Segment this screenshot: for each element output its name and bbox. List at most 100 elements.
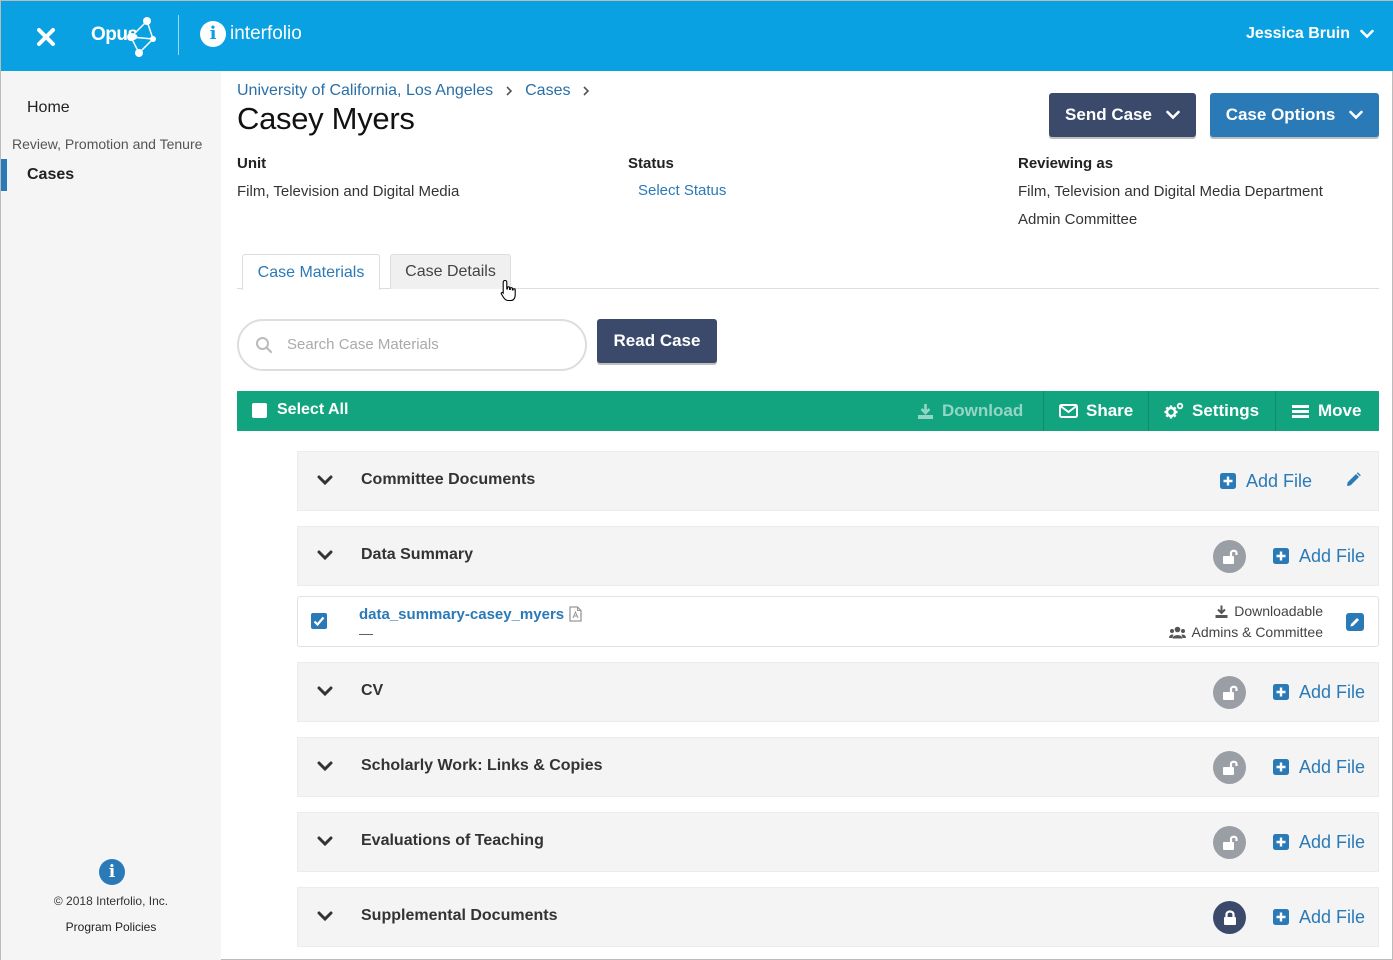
unlock-toggle[interactable] [1213,676,1246,709]
section-title: Committee Documents [361,471,536,488]
chevron-down-icon[interactable] [317,760,333,772]
gears-icon [1164,402,1184,419]
unlock-toggle[interactable] [1213,751,1246,784]
copyright: © 2018 Interfolio, Inc. [53,894,169,908]
sidebar-item-home[interactable]: Home [27,99,70,117]
search-input[interactable]: Search Case Materials [237,319,587,371]
add-file-button[interactable]: Add File [1273,663,1365,721]
settings-button[interactable]: Settings [1164,391,1259,431]
toolbar-divider [1148,391,1149,431]
section-scholarly-work[interactable]: Scholarly Work: Links & Copies Add File [297,737,1379,797]
add-file-button[interactable]: Add File [1273,888,1365,946]
close-icon[interactable] [34,25,58,49]
info-icon[interactable]: i [99,859,125,885]
unit-value: Film, Television and Digital Media [237,183,460,200]
reviewing-as-line1: Film, Television and Digital Media Depar… [1018,183,1323,200]
toolbar-divider [1043,391,1044,431]
top-bar: Opus i interfolio Jessica Bruin [1,1,1393,71]
user-menu[interactable]: Jessica Bruin [1246,25,1374,43]
move-button[interactable]: Move [1291,391,1361,431]
reviewing-as-line2: Admin Committee [1018,211,1138,228]
program-policies-link[interactable]: Program Policies [1,920,221,934]
lock-toggle[interactable] [1213,901,1246,934]
add-file-label: Add File [1299,756,1366,777]
file-name-link[interactable]: data_summary-casey_myers [359,606,564,623]
add-file-label: Add File [1246,470,1313,491]
unlock-icon [1222,549,1238,564]
add-file-button[interactable]: Add File [1273,738,1365,796]
unlock-icon [1222,685,1238,700]
search-icon [256,337,273,354]
active-indicator [1,159,7,191]
breadcrumb-cases[interactable]: Cases [525,82,570,100]
page-title: Casey Myers [237,101,415,136]
select-all-label[interactable]: Select All [277,401,348,419]
download-button[interactable]: Download [917,391,1023,431]
visibility-label: Admins & Committee [1191,624,1323,640]
section-supplemental-documents[interactable]: Supplemental Documents Add File [297,887,1379,947]
chevron-right-icon [506,86,513,96]
section-committee-documents[interactable]: Committee Documents Add File [297,451,1379,511]
unlock-toggle[interactable] [1213,540,1246,573]
add-file-label: Add File [1299,831,1366,852]
section-evaluations-of-teaching[interactable]: Evaluations of Teaching Add File [297,812,1379,872]
users-icon [1168,626,1186,638]
share-button[interactable]: Share [1059,391,1133,431]
chevron-down-icon[interactable] [317,474,333,486]
add-file-button[interactable]: Add File [1273,527,1365,585]
download-label: Download [942,401,1024,420]
file-checkbox[interactable] [311,613,327,629]
add-file-label: Add File [1299,545,1366,566]
add-file-label: Add File [1299,906,1366,927]
unlock-toggle[interactable] [1213,826,1246,859]
pencil-icon[interactable] [1344,471,1362,489]
hand-cursor-icon [500,279,516,302]
tab-case-details[interactable]: Case Details [390,254,511,289]
section-data-summary[interactable]: Data Summary Add File [297,526,1379,586]
reviewing-as-label: Reviewing as [1018,155,1114,172]
visibility-status: Admins & Committee [1168,624,1323,640]
add-file-label: Add File [1299,681,1366,702]
file-row[interactable]: data_summary-casey_myers — Downloadable … [297,596,1379,647]
section-title: Scholarly Work: Links & Copies [361,757,603,774]
case-options-button[interactable]: Case Options [1210,93,1379,137]
read-case-button[interactable]: Read Case [597,319,717,363]
add-file-button[interactable]: Add File [1220,452,1312,510]
unit-label: Unit [237,155,267,172]
breadcrumb-university[interactable]: University of California, Los Angeles [237,82,493,100]
tab-case-materials[interactable]: Case Materials [242,254,380,290]
chevron-down-icon[interactable] [317,685,333,697]
sidebar-item-cases[interactable]: Cases [1,159,221,191]
section-cv[interactable]: CV Add File [297,662,1379,722]
chevron-down-icon[interactable] [317,910,333,922]
lock-icon [1223,909,1236,925]
chevron-down-icon[interactable] [317,549,333,561]
edit-file-button[interactable] [1346,613,1364,631]
chevron-down-icon[interactable] [317,835,333,847]
file-description: — [359,625,373,641]
chevron-down-icon [1360,29,1374,39]
user-name: Jessica Bruin [1245,25,1350,42]
plus-square-icon [1273,548,1289,564]
select-all-checkbox[interactable] [252,403,267,418]
add-file-button[interactable]: Add File [1273,813,1365,871]
move-icon [1292,405,1309,418]
search-placeholder: Search Case Materials [287,336,439,353]
download-status: Downloadable [1215,603,1323,619]
send-case-button[interactable]: Send Case [1049,93,1196,137]
status-label: Status [628,155,674,172]
sidebar-item-label: Cases [27,166,75,183]
select-status-link[interactable]: Select Status [638,182,726,199]
download-icon [918,403,933,419]
interfolio-info-icon: i [200,21,226,47]
network-icon [127,17,156,57]
breadcrumb: University of California, Los Angeles Ca… [237,82,590,100]
chevron-down-icon [1349,110,1364,120]
chevron-right-icon [583,86,590,96]
sidebar: Home Review, Promotion and Tenure Cases … [1,71,221,960]
opus-logo[interactable]: Opus [91,15,161,59]
section-title: Supplemental Documents [361,907,558,924]
chevron-down-icon [1166,110,1180,120]
download-status-label: Downloadable [1234,603,1323,619]
sidebar-section-label: Review, Promotion and Tenure [12,136,203,152]
